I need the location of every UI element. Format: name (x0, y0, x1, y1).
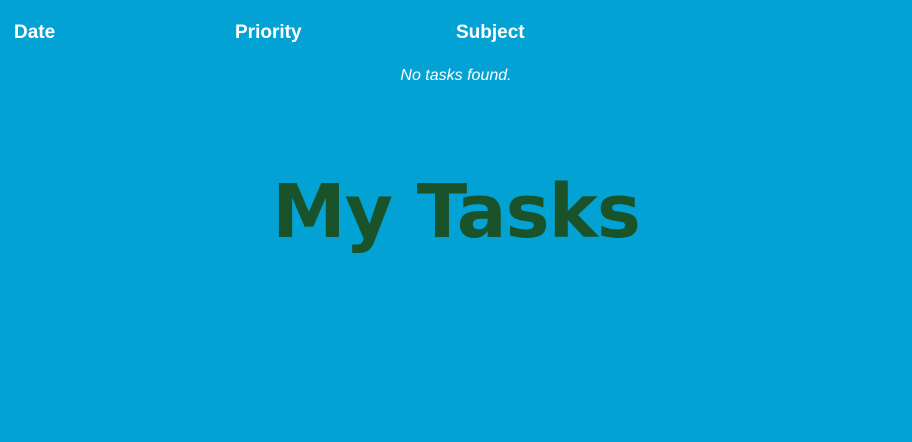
tasks-table: Date Priority Subject No tasks found. (0, 0, 912, 84)
column-header-subject: Subject (456, 22, 525, 43)
table-header: Date Priority Subject (0, 0, 912, 66)
page-title: My Tasks (272, 169, 641, 255)
column-header-priority: Priority (235, 22, 302, 43)
empty-tasks-message: No tasks found. (400, 67, 512, 84)
column-header-date: Date (14, 22, 56, 43)
